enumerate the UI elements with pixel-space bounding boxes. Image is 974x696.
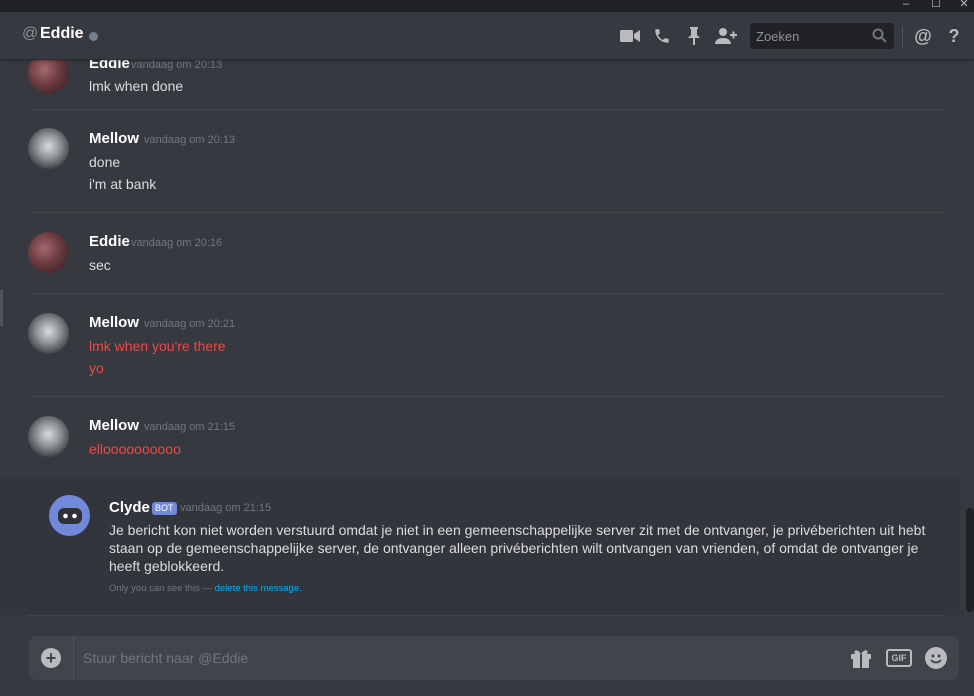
video-call-icon[interactable] xyxy=(619,26,641,46)
search-input[interactable] xyxy=(756,27,866,45)
mentions-icon[interactable]: @ xyxy=(912,26,934,46)
composer-divider xyxy=(73,636,74,680)
message-timestamp: vandaag om 20:16 xyxy=(131,237,223,249)
message-timestamp: vandaag om 20:13 xyxy=(131,60,223,71)
message-composer: + GIF xyxy=(29,636,959,680)
robot-icon xyxy=(57,507,82,524)
failed-message-text: lmk when you're there xyxy=(89,338,226,354)
message-divider xyxy=(28,396,944,397)
gift-icon[interactable] xyxy=(850,648,872,673)
header-divider xyxy=(902,26,903,48)
minimize-button[interactable]: – xyxy=(896,0,916,12)
message-author[interactable]: Eddie xyxy=(89,60,130,72)
channel-name: Eddie xyxy=(40,25,84,42)
message-divider xyxy=(28,212,944,213)
ephemeral-note: Only you can see this — delete this mess… xyxy=(109,583,302,594)
message-text: lmk when done xyxy=(89,78,184,94)
voice-call-icon[interactable] xyxy=(651,26,673,46)
message-author[interactable]: Eddie xyxy=(89,233,130,250)
pin-icon[interactable] xyxy=(683,26,705,46)
add-friend-icon[interactable] xyxy=(715,26,737,46)
message-divider xyxy=(28,615,944,616)
message-divider xyxy=(28,109,944,110)
avatar[interactable] xyxy=(28,313,69,354)
search-icon[interactable] xyxy=(872,28,887,48)
scrollbar-thumb[interactable] xyxy=(966,508,974,612)
message-input[interactable] xyxy=(83,648,783,668)
failed-message-text: elloooooooooo xyxy=(89,441,181,457)
message-author[interactable]: Mellow xyxy=(89,417,139,434)
message-list[interactable]: Eddie vandaag om 20:13 lmk when done Mel… xyxy=(0,60,974,620)
message-author[interactable]: Clyde xyxy=(109,499,150,516)
delete-message-link[interactable]: delete this message. xyxy=(215,583,302,594)
avatar[interactable] xyxy=(28,60,69,94)
avatar[interactable] xyxy=(28,128,69,169)
emoji-icon[interactable] xyxy=(925,647,947,669)
clyde-message-text: Je bericht kon niet worden verstuurd omd… xyxy=(109,522,926,574)
help-icon[interactable]: ? xyxy=(943,26,965,46)
resize-handle[interactable] xyxy=(0,290,3,326)
message-timestamp: vandaag om 20:13 xyxy=(144,134,236,146)
status-indicator xyxy=(89,32,98,41)
at-icon: @ xyxy=(22,25,39,42)
search-box[interactable] xyxy=(750,23,894,49)
gif-button[interactable]: GIF xyxy=(886,649,912,667)
avatar[interactable] xyxy=(28,232,69,273)
message-text: sec xyxy=(89,257,111,273)
close-button[interactable]: ✕ xyxy=(954,0,974,12)
message-timestamp: vandaag om 20:21 xyxy=(144,318,236,330)
bot-badge: BOT xyxy=(152,502,177,515)
message-author[interactable]: Mellow xyxy=(89,130,139,147)
window-titlebar: – ☐ ✕ xyxy=(0,0,974,12)
message-divider xyxy=(28,293,944,294)
maximize-button[interactable]: ☐ xyxy=(926,0,946,12)
channel-header: @ Eddie @ ? xyxy=(0,12,974,60)
message-author[interactable]: Mellow xyxy=(89,314,139,331)
clyde-avatar[interactable] xyxy=(49,495,90,536)
failed-message-text: yo xyxy=(89,360,104,376)
message-text: i'm at bank xyxy=(89,176,157,192)
ephemeral-note-text: Only you can see this — xyxy=(109,583,212,594)
upload-plus-icon[interactable]: + xyxy=(41,648,61,668)
clyde-system-message: Clyde BOT vandaag om 21:15 Je bericht ko… xyxy=(0,478,960,615)
message-text: done xyxy=(89,154,121,170)
avatar[interactable] xyxy=(28,416,69,457)
message-timestamp: vandaag om 21:15 xyxy=(144,421,236,433)
message-timestamp: vandaag om 21:15 xyxy=(180,502,272,514)
